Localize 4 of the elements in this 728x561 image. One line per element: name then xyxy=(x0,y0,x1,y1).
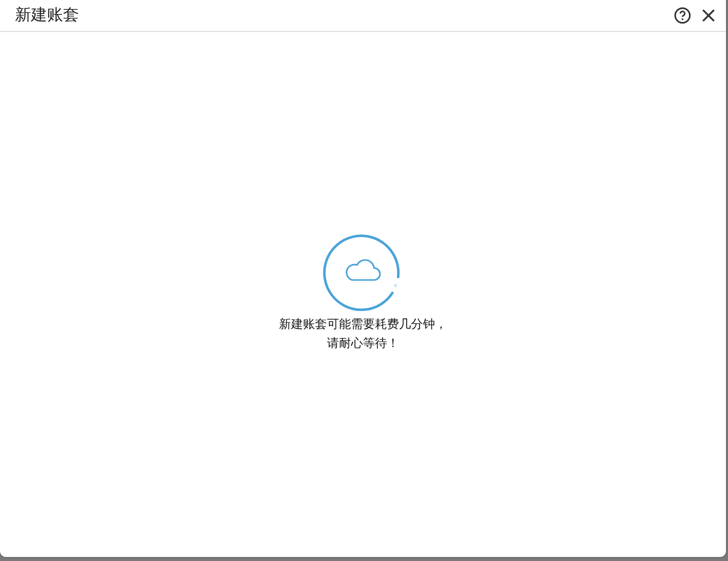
loading-message: 新建账套可能需要耗费几分钟， xyxy=(279,316,447,332)
loading-message: 请耐心等待！ xyxy=(327,335,399,351)
help-button[interactable] xyxy=(672,5,693,26)
window-title: 新建账套 xyxy=(15,5,79,26)
